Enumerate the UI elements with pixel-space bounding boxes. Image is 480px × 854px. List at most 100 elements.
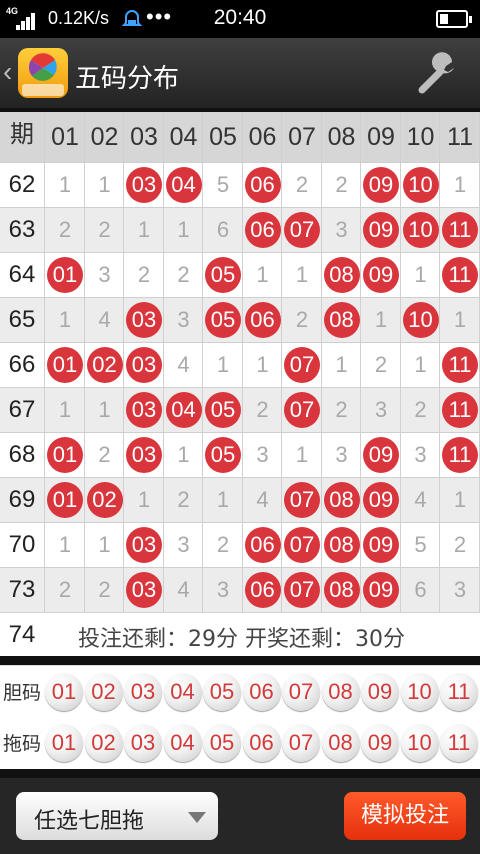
- table-row: 65 1 4 03 3 05 06 2 08 1 10 1: [0, 297, 480, 342]
- hit-number: 11: [442, 347, 478, 383]
- miss-count: 3: [453, 577, 467, 602]
- distribution-table: 期号 0102030405060708091011 62110304506220…: [0, 112, 480, 656]
- hit-ball: 08: [322, 568, 362, 612]
- tuo-number-ball[interactable]: 08: [321, 724, 360, 762]
- hit-ball: 07: [282, 568, 322, 612]
- play-mode-dropdown[interactable]: 任选七胆拖: [16, 792, 218, 840]
- tuo-number-ball[interactable]: 11: [440, 724, 478, 762]
- hit-ball: 10: [401, 298, 441, 342]
- dan-number-ball[interactable]: 07: [282, 673, 320, 711]
- hit-number: 05: [205, 392, 241, 428]
- miss-count: 1: [453, 307, 467, 332]
- grid-line: [281, 112, 282, 612]
- dan-number-ball[interactable]: 10: [400, 673, 439, 711]
- hit-ball: 08: [322, 298, 362, 342]
- tuo-number-ball[interactable]: 06: [242, 724, 281, 762]
- issue-number: 68: [8, 441, 36, 468]
- tuo-number-ball[interactable]: 03: [124, 724, 162, 762]
- dan-number-ball[interactable]: 06: [242, 673, 281, 711]
- miss-count: 1: [137, 487, 151, 512]
- miss-count: 1: [216, 352, 230, 377]
- miss-count: 1: [98, 172, 111, 197]
- status-bar: 4G 0.12K/s ••• 20:40: [0, 0, 480, 38]
- miss-count: 3: [216, 577, 230, 602]
- tuo-number-ball[interactable]: 04: [163, 724, 202, 762]
- miss-count: 4: [256, 487, 269, 512]
- hit-number: 09: [363, 257, 399, 293]
- dan-number-ball[interactable]: 11: [440, 673, 478, 711]
- hit-ball: 03: [124, 523, 164, 567]
- simulate-bet-button[interactable]: 模拟投注: [344, 792, 466, 840]
- dan-number-ball[interactable]: 09: [361, 673, 399, 711]
- issue-number: 69: [8, 486, 36, 513]
- issue-number: 63: [8, 216, 36, 243]
- hit-number: 03: [126, 302, 162, 338]
- hit-ball: 01: [45, 253, 85, 297]
- page-title: 五码分布: [75, 64, 180, 94]
- miss-count: 1: [137, 217, 151, 242]
- tuo-number-ball[interactable]: 10: [400, 724, 439, 762]
- hit-ball: 09: [361, 478, 401, 522]
- dan-number-ball[interactable]: 05: [203, 673, 241, 711]
- dan-number-ball[interactable]: 04: [163, 673, 202, 711]
- hit-ball: 03: [124, 298, 164, 342]
- grid-line: [478, 112, 480, 612]
- back-chevron-icon[interactable]: ‹: [3, 56, 12, 88]
- hit-ball: 06: [243, 298, 283, 342]
- hit-ball: 07: [282, 523, 322, 567]
- hit-number: 06: [244, 527, 281, 563]
- grid-line: [320, 112, 322, 612]
- miss-count: 2: [414, 397, 427, 422]
- table-header: 期号 01 02 03 04 05 06 07 08 09 10 11: [0, 112, 480, 162]
- tuo-code-label: 拖码: [2, 733, 41, 755]
- grid-line: [162, 112, 164, 612]
- hit-number: 09: [363, 167, 399, 203]
- dan-number-ball[interactable]: 01: [45, 673, 83, 711]
- dan-number-ball[interactable]: 02: [84, 673, 123, 711]
- hit-ball: 08: [322, 523, 362, 567]
- miss-count: 1: [414, 262, 427, 287]
- hit-number: 07: [284, 482, 320, 518]
- hit-number: 11: [442, 392, 478, 428]
- hit-number: 03: [126, 347, 162, 383]
- hit-number: 01: [47, 437, 83, 473]
- hit-number: 07: [284, 572, 320, 608]
- hit-number: 08: [323, 257, 360, 293]
- settings-wrench-icon[interactable]: [416, 52, 462, 98]
- hit-ball: 01: [45, 343, 85, 387]
- hit-number: 05: [205, 257, 241, 293]
- tuo-number-ball[interactable]: 02: [84, 724, 123, 762]
- hit-ball: 06: [243, 208, 283, 252]
- miss-count: 1: [98, 397, 111, 422]
- miss-count: 3: [335, 442, 348, 467]
- miss-count: 3: [414, 442, 427, 467]
- miss-count: 2: [335, 172, 348, 197]
- miss-count: 2: [335, 397, 348, 422]
- tuo-number-ball[interactable]: 05: [203, 724, 241, 762]
- hit-number: 10: [402, 167, 439, 203]
- tuo-number-ball[interactable]: 07: [282, 724, 320, 762]
- hit-number: 03: [126, 572, 162, 608]
- hit-number: 01: [47, 347, 83, 383]
- hit-ball: 03: [124, 568, 164, 612]
- miss-count: 1: [414, 352, 427, 377]
- hit-ball: 11: [440, 253, 480, 297]
- grid-line: [439, 112, 440, 612]
- table-row: 66 01 02 03 4 1 1 07 1 2 1 11: [0, 342, 480, 387]
- miss-count: 5: [216, 172, 230, 197]
- hit-ball: 01: [45, 478, 85, 522]
- current-issue: 74: [8, 621, 36, 648]
- dan-number-ball[interactable]: 08: [321, 673, 360, 711]
- app-logo[interactable]: [18, 48, 68, 98]
- hit-ball: 09: [361, 523, 401, 567]
- tuo-number-ball[interactable]: 09: [361, 724, 399, 762]
- miss-count: 2: [177, 262, 190, 287]
- miss-count: 4: [177, 352, 190, 377]
- tuo-number-ball[interactable]: 01: [45, 724, 83, 762]
- column-header: 11: [447, 123, 473, 151]
- dan-number-ball[interactable]: 03: [124, 673, 162, 711]
- miss-count: 1: [58, 532, 72, 557]
- hit-ball: 08: [322, 253, 362, 297]
- hit-number: 02: [86, 482, 123, 518]
- hit-ball: 06: [243, 523, 283, 567]
